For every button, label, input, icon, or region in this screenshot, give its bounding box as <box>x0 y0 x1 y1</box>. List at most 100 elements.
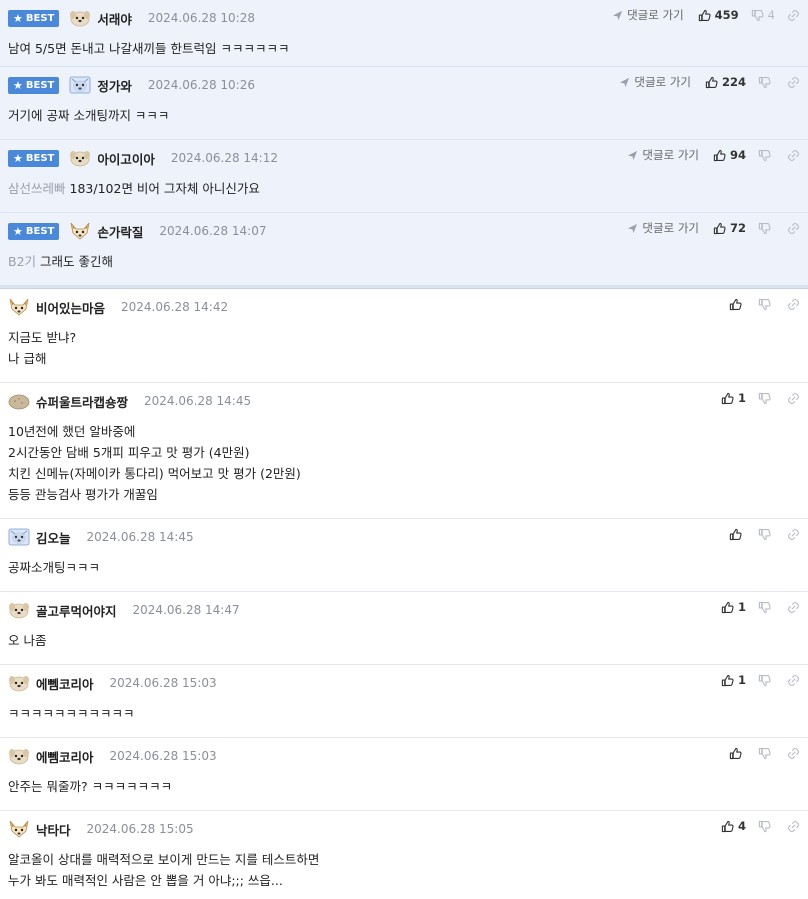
downvote-button[interactable]: 4 <box>751 8 775 22</box>
avatar-fox-icon[interactable] <box>8 820 30 838</box>
share-link-button[interactable] <box>787 528 800 541</box>
comment-header: ★ BEST 아이고이아 2024.06.28 14:12 <box>8 148 278 168</box>
nickname[interactable]: 정가와 <box>97 76 132 95</box>
nickname[interactable]: 에뻼코리아 <box>36 674 94 693</box>
nickname[interactable]: 손가락질 <box>97 222 143 241</box>
nickname[interactable]: 김오늘 <box>36 528 71 547</box>
comment-header: 비어있는마음 2024.06.28 14:42 <box>8 297 228 317</box>
goto-comment-link[interactable]: 댓글로 가기 <box>612 7 684 23</box>
nickname[interactable]: 낙타다 <box>36 820 71 839</box>
comment-header: 슈퍼울트라캡숑짱 2024.06.28 14:45 <box>8 391 251 411</box>
dog-icon-beige <box>9 676 29 692</box>
avatar-fox-icon[interactable] <box>8 298 30 316</box>
nickname[interactable]: 에뻼코리아 <box>36 747 94 766</box>
upvote-button[interactable]: 224 <box>705 75 746 89</box>
avatar-dog-icon-beige[interactable] <box>69 149 91 167</box>
comment-item: 낙타다 2024.06.28 15:05 4 알코올이 상대를 매력적으로 보이… <box>0 811 808 899</box>
nickname[interactable]: 골고루먹어야지 <box>36 601 117 620</box>
downvote-button[interactable] <box>758 528 775 541</box>
upvote-button[interactable] <box>729 298 746 311</box>
fox-icon <box>70 222 90 240</box>
best-badge: ★ BEST <box>8 76 60 94</box>
avatar-bear-icon-blue[interactable] <box>69 76 91 94</box>
nickname[interactable]: 슈퍼울트라캡숑짱 <box>36 392 128 411</box>
upvote-button[interactable]: 94 <box>713 148 746 162</box>
thumbs-up-icon <box>729 298 742 310</box>
share-link-button[interactable] <box>787 392 800 405</box>
thumbs-down-icon <box>758 528 771 540</box>
upvote-button[interactable] <box>729 528 746 541</box>
reply-mention[interactable]: 삼선쓰레빠 <box>8 181 66 196</box>
downvote-button[interactable] <box>758 601 775 614</box>
best-comment-item: ★ BEST 정가와 2024.06.28 10:26 댓글로 가기 224 거… <box>0 67 808 140</box>
nickname[interactable]: 아이고이아 <box>97 149 155 168</box>
share-link-button[interactable] <box>787 747 800 760</box>
avatar-potato-icon[interactable] <box>8 392 30 410</box>
comment-actions: 4 <box>721 817 800 835</box>
thumbs-down-icon <box>751 9 764 21</box>
upvote-button[interactable]: 1 <box>721 600 746 614</box>
comment-date: 2024.06.28 15:05 <box>86 822 194 836</box>
upvote-button[interactable]: 72 <box>713 221 746 235</box>
nickname[interactable]: 서래야 <box>97 9 132 28</box>
share-link-button[interactable] <box>787 9 800 22</box>
downvote-button[interactable] <box>758 222 775 235</box>
share-link-button[interactable] <box>787 76 800 89</box>
upvote-count: 459 <box>714 8 739 22</box>
arrow-icon <box>628 150 638 160</box>
downvote-button[interactable] <box>758 820 775 833</box>
reply-mention[interactable]: B2기 <box>8 254 36 269</box>
goto-comment-link[interactable]: 댓글로 가기 <box>619 74 691 90</box>
comment-actions: 댓글로 가기 72 <box>627 219 800 237</box>
dog-icon-beige <box>9 749 29 765</box>
link-icon <box>787 222 800 234</box>
share-link-button[interactable] <box>787 601 800 614</box>
downvote-button[interactable] <box>758 298 775 311</box>
upvote-button[interactable] <box>729 747 746 760</box>
comment-text: 알코올이 상대를 매력적으로 보이게 만드는 지를 테스트하면 누가 봐도 매력… <box>8 852 320 888</box>
goto-comment-link[interactable]: 댓글로 가기 <box>627 147 699 163</box>
link-icon <box>787 747 800 759</box>
thumbs-up-icon <box>713 149 726 161</box>
dog-icon-beige <box>70 151 91 167</box>
upvote-button[interactable]: 1 <box>721 673 746 687</box>
goto-label: 댓글로 가기 <box>642 221 699 235</box>
upvote-button[interactable]: 4 <box>721 819 746 833</box>
avatar-dog-icon-beige[interactable] <box>8 747 30 765</box>
share-link-button[interactable] <box>787 222 800 235</box>
share-link-button[interactable] <box>787 674 800 687</box>
fox-icon <box>9 820 29 838</box>
downvote-button[interactable] <box>758 674 775 687</box>
downvote-button[interactable] <box>758 149 775 162</box>
downvote-button[interactable] <box>758 392 775 405</box>
best-comment-item: ★ BEST 아이고이아 2024.06.28 14:12 댓글로 가기 94 <box>0 140 808 213</box>
comment-actions <box>729 744 800 762</box>
comment-text: 183/102면 비어 그자체 아니신가요 <box>69 181 260 196</box>
share-link-button[interactable] <box>787 149 800 162</box>
star-icon: ★ <box>13 151 23 165</box>
downvote-button[interactable] <box>758 76 775 89</box>
comment-body: 오 나좀 <box>8 630 46 651</box>
avatar-dog-icon-beige[interactable] <box>8 674 30 692</box>
comment-date: 2024.06.28 15:03 <box>109 676 217 690</box>
comment-actions <box>729 525 800 543</box>
avatar-dog-icon-beige[interactable] <box>8 601 30 619</box>
link-icon <box>787 9 800 21</box>
avatar-bear-icon-blue[interactable] <box>8 528 30 546</box>
avatar-dog-icon-beige[interactable] <box>69 9 91 27</box>
best-badge: ★ BEST <box>8 9 60 27</box>
share-link-button[interactable] <box>787 298 800 311</box>
comment-list: ★ BEST 서래야 2024.06.28 10:28 댓글로 가기 459 4 <box>0 0 808 899</box>
avatar-fox-icon[interactable] <box>69 222 91 240</box>
comment-text: 그래도 좋긴해 <box>40 254 114 269</box>
upvote-button[interactable]: 1 <box>721 391 746 405</box>
nickname[interactable]: 비어있는마음 <box>36 298 105 317</box>
share-link-button[interactable] <box>787 820 800 833</box>
goto-comment-link[interactable]: 댓글로 가기 <box>627 220 699 236</box>
best-label: BEST <box>25 12 55 24</box>
comment-actions: 1 <box>721 598 800 616</box>
downvote-button[interactable] <box>758 747 775 760</box>
upvote-button[interactable]: 459 <box>698 8 739 22</box>
comment-actions: 댓글로 가기 459 4 <box>612 6 800 24</box>
comment-body: 안주는 뭐줄까? ㅋㅋㅋㅋㅋㅋㅋ <box>8 776 172 797</box>
